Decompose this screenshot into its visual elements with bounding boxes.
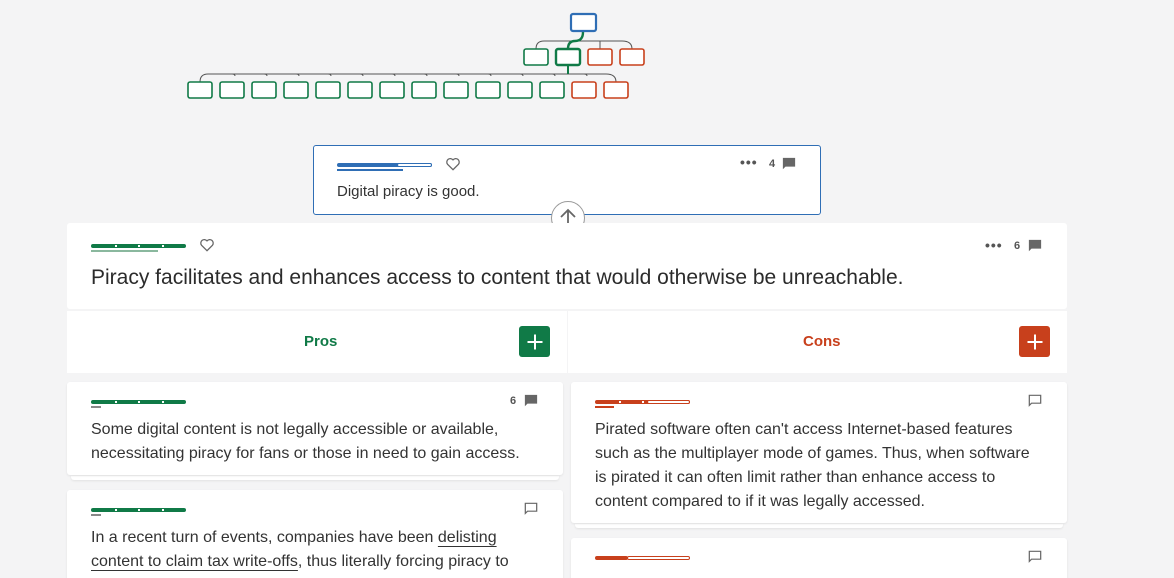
tree-connector: [487, 73, 492, 77]
impact-meter: [91, 508, 186, 517]
comment-count: 4: [769, 158, 776, 170]
impact-bar-remainder: [397, 163, 432, 167]
impact-underline: [91, 250, 158, 252]
tree-node[interactable]: [283, 81, 309, 99]
impact-meter: [337, 163, 432, 172]
pro-text: In a recent turn of events, companies ha…: [91, 526, 541, 574]
comment-filled-icon[interactable]: [782, 157, 796, 171]
tree-node[interactable]: [251, 81, 277, 99]
add-con-button[interactable]: [1019, 326, 1050, 357]
heart-outline-icon[interactable]: [445, 157, 461, 171]
tree-connector: [535, 40, 545, 50]
comment-count: 6: [1014, 240, 1021, 252]
impact-meter: [595, 400, 690, 409]
cons-label: Cons: [803, 333, 841, 350]
pro-text: Some digital content is not legally acce…: [91, 421, 520, 462]
tree-node[interactable]: [187, 81, 213, 99]
tree-connector: [199, 73, 209, 83]
impact-bar: [91, 400, 186, 404]
con-card[interactable]: [571, 538, 1067, 578]
con-card[interactable]: Pirated software often can't access Inte…: [571, 382, 1067, 523]
pro-text-before: In a recent turn of events, companies ha…: [91, 529, 438, 546]
impact-meter: [91, 244, 186, 253]
impact-bar: [91, 508, 186, 512]
tree-connector: [295, 73, 300, 77]
add-pro-button[interactable]: [519, 326, 550, 357]
tree-connector: [231, 73, 236, 77]
tree-node[interactable]: [523, 48, 549, 66]
tree-connector: [544, 40, 633, 50]
argument-map-svg[interactable]: [0, 0, 1174, 110]
tree-node-root[interactable]: [569, 12, 598, 33]
con-text: Pirated software often can't access Inte…: [595, 421, 1030, 510]
comment-filled-icon[interactable]: [524, 394, 538, 408]
tree-node[interactable]: [587, 48, 613, 66]
tree-node[interactable]: [507, 81, 533, 99]
focus-claim-text: Piracy facilitates and enhances access t…: [91, 266, 904, 289]
impact-underline: [91, 406, 101, 408]
tree-node[interactable]: [315, 81, 341, 99]
comment-filled-icon[interactable]: [1028, 239, 1042, 253]
tree-node[interactable]: [411, 81, 437, 99]
tree-node[interactable]: [347, 81, 373, 99]
impact-underline: [91, 514, 101, 516]
impact-meter: [91, 400, 186, 409]
tree-connector: [519, 73, 524, 77]
impact-underline: [595, 406, 614, 408]
cons-header: Cons: [568, 311, 1067, 373]
impact-meter: [595, 556, 690, 565]
more-horizontal-icon[interactable]: •••: [985, 237, 1003, 253]
pro-card[interactable]: 6 Some digital content is not legally ac…: [67, 382, 563, 475]
stacked-card-edge: [71, 476, 559, 480]
impact-bar: [91, 244, 186, 248]
comment-outline-icon[interactable]: [1028, 394, 1042, 408]
comment-outline-icon[interactable]: [524, 502, 538, 516]
comment-count: 6: [510, 395, 517, 407]
tree-connector: [455, 73, 460, 77]
pro-text-after: , thus literally forcing piracy to: [297, 553, 509, 570]
tree-node[interactable]: [219, 81, 245, 99]
tree-connector: [551, 73, 556, 77]
pros-label: Pros: [304, 333, 338, 350]
tree-node[interactable]: [619, 48, 645, 66]
tree-connector: [359, 73, 364, 77]
focus-claim-card[interactable]: ••• 6 Piracy facilitates and enhances ac…: [67, 223, 1067, 309]
tree-connector: [583, 73, 588, 77]
tree-node[interactable]: [571, 81, 597, 99]
impact-bar-remainder: [647, 400, 690, 404]
tree-node[interactable]: [554, 47, 582, 67]
tree-connector: [423, 73, 428, 77]
impact-bar-remainder: [627, 556, 690, 560]
tree-connector: [391, 73, 396, 77]
tree-node[interactable]: [443, 81, 469, 99]
pro-card[interactable]: In a recent turn of events, companies ha…: [67, 490, 563, 578]
comment-outline-icon[interactable]: [1028, 550, 1042, 564]
impact-underline: [337, 169, 403, 171]
parent-claim-text: Digital piracy is good.: [337, 183, 480, 200]
tree-node[interactable]: [603, 81, 629, 99]
tree-node[interactable]: [539, 81, 565, 99]
heart-outline-icon[interactable]: [199, 238, 215, 252]
tree-connector: [327, 73, 332, 77]
argument-map[interactable]: [0, 0, 1174, 110]
tree-node[interactable]: [379, 81, 405, 99]
impact-bar: [595, 556, 628, 560]
pros-header: Pros: [67, 311, 567, 373]
tree-connector: [263, 73, 268, 77]
stacked-card-edge: [575, 524, 1063, 528]
more-horizontal-icon[interactable]: •••: [740, 154, 758, 170]
tree-node[interactable]: [475, 81, 501, 99]
